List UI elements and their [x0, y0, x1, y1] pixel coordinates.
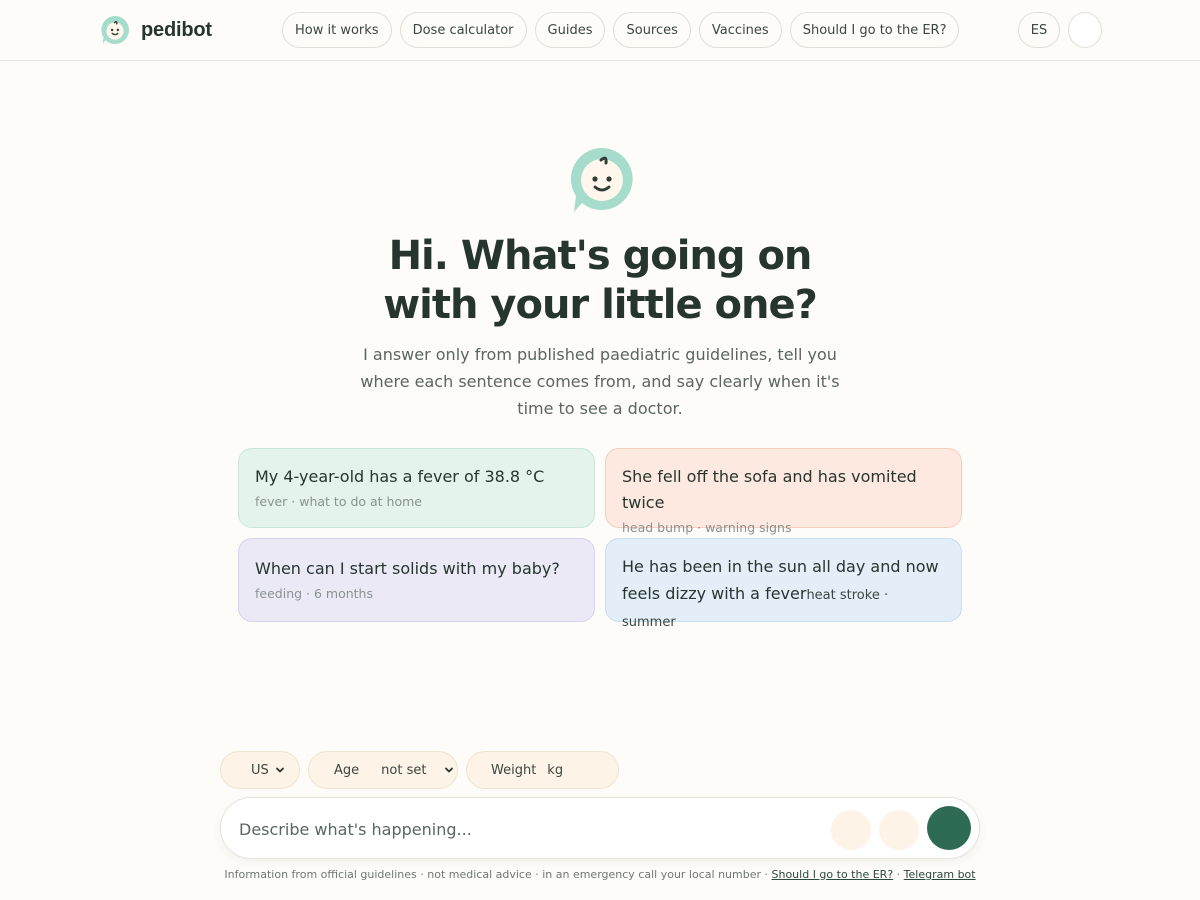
- theme-toggle-button[interactable]: [1068, 12, 1102, 48]
- hero-title: Hi. What's going on with your little one…: [300, 232, 900, 330]
- baby-face-hero-icon: [570, 147, 633, 212]
- suggestion-text: He has been in the sun all day and now f…: [622, 557, 939, 603]
- chevron-down-icon: [445, 767, 454, 773]
- message-input[interactable]: [239, 816, 799, 842]
- suggestion-tags: fever · what to do at home: [255, 494, 422, 509]
- footer-separator: ·: [893, 868, 904, 881]
- attach-button[interactable]: [831, 810, 871, 850]
- chevron-down-icon: [275, 767, 284, 773]
- weight-field[interactable]: Weight kg: [466, 751, 619, 789]
- age-label: Age: [334, 762, 360, 778]
- suggestion-text-with-tags: He has been in the sun all day and now f…: [622, 553, 945, 634]
- age-value: not set: [381, 762, 427, 778]
- language-toggle-button[interactable]: ES: [1018, 12, 1060, 48]
- suggestion-text: She fell off the sofa and has vomited tw…: [622, 467, 917, 512]
- weight-label: Weight: [491, 762, 537, 778]
- top-bar: pedibot How it works Dose calculator Gui…: [0, 0, 1200, 61]
- suggestion-card-fever[interactable]: My 4-year-old has a fever of 38.8 °C fev…: [238, 448, 595, 528]
- nav-dose-calculator[interactable]: Dose calculator: [399, 12, 527, 48]
- nav-vaccines[interactable]: Vaccines: [698, 12, 782, 48]
- footer-er-link[interactable]: Should I go to the ER?: [772, 868, 894, 881]
- country-value: US: [251, 762, 269, 778]
- voice-button[interactable]: [879, 810, 919, 850]
- nav-guides[interactable]: Guides: [534, 12, 606, 48]
- nav-sources[interactable]: Sources: [613, 12, 691, 48]
- suggestion-tags: feeding · 6 months: [255, 586, 373, 601]
- send-button[interactable]: [927, 806, 971, 850]
- hero-title-line-1: Hi. What's going on: [388, 233, 813, 279]
- hero-title-line-2: with your little one?: [383, 282, 818, 328]
- footer-text: Information from official guidelines · n…: [224, 868, 772, 881]
- nav-er-check[interactable]: Should I go to the ER?: [789, 12, 960, 48]
- baby-face-logo-icon: [101, 16, 129, 44]
- main-nav: How it works Dose calculator Guides Sour…: [282, 12, 960, 48]
- hero-subtitle: I answer only from published paediatric …: [360, 345, 840, 418]
- age-select[interactable]: Age not set: [308, 751, 458, 789]
- country-select[interactable]: US: [220, 751, 300, 789]
- brand-logo-link[interactable]: pedibot: [99, 13, 212, 47]
- message-composer: [220, 797, 980, 859]
- suggestion-card-head-bump[interactable]: She fell off the sofa and has vomited tw…: [605, 448, 962, 535]
- footer-telegram-link[interactable]: Telegram bot: [904, 868, 976, 881]
- weight-unit: kg: [547, 762, 564, 778]
- brand-name: pedibot: [141, 18, 212, 41]
- suggestion-card-solids[interactable]: When can I start solids with my baby? fe…: [238, 538, 595, 622]
- suggestion-card-heat-stroke[interactable]: He has been in the sun all day and now f…: [605, 538, 962, 630]
- nav-how-it-works[interactable]: How it works: [282, 12, 392, 48]
- suggestion-tags: head bump · warning signs: [622, 520, 792, 535]
- suggestion-text: My 4-year-old has a fever of 38.8 °C: [255, 467, 545, 486]
- suggestion-text: When can I start solids with my baby?: [255, 559, 560, 578]
- footer-disclaimer: Information from official guidelines · n…: [0, 868, 1200, 881]
